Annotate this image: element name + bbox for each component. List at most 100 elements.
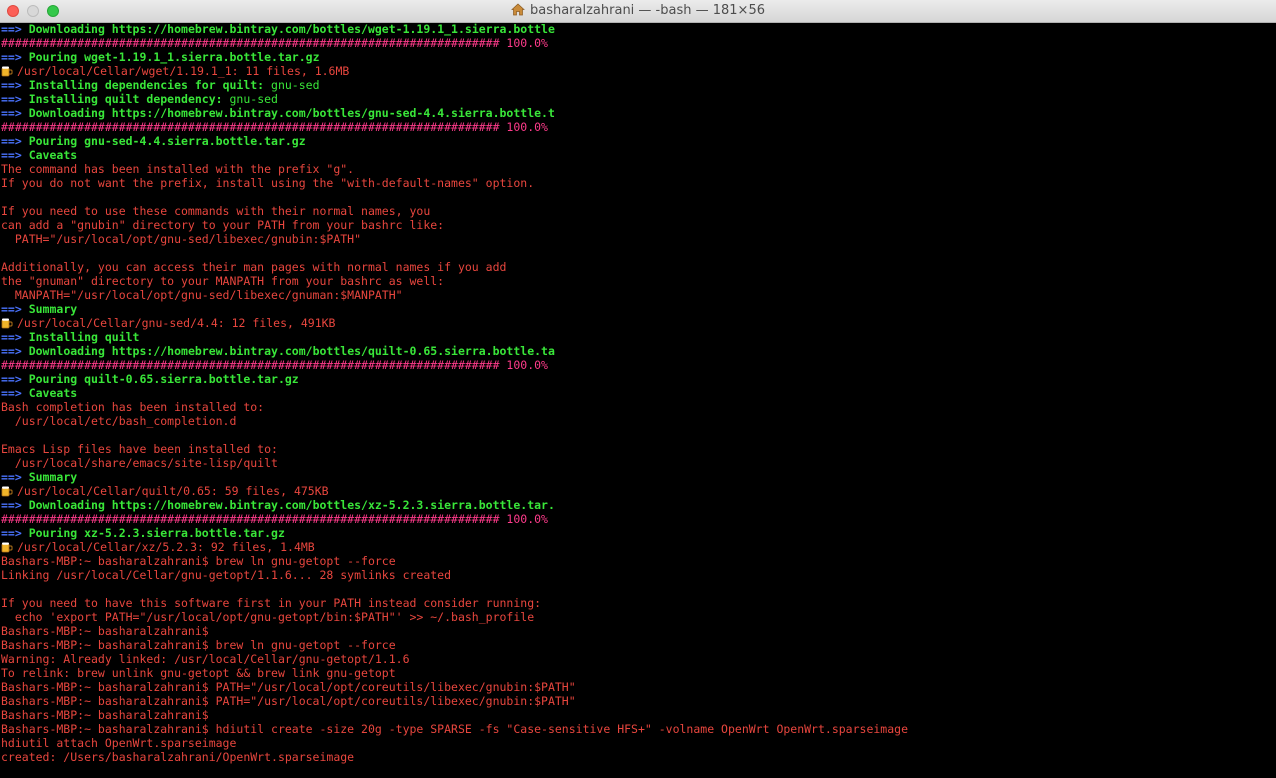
line-text: /usr/local/etc/bash_completion.d [1, 414, 237, 428]
line-text: Downloading https://homebrew.bintray.com… [28, 22, 555, 36]
terminal-line: Bashars-MBP:~ basharalzahrani$ [1, 708, 1276, 722]
terminal-line: ==> Downloading https://homebrew.bintray… [1, 106, 1276, 120]
line-text: the "gnuman" directory to your MANPATH f… [1, 274, 445, 288]
terminal-line: ==> Installing dependencies for quilt: g… [1, 78, 1276, 92]
terminal-line: Bash completion has been installed to: [1, 400, 1276, 414]
beer-mug-icon [1, 66, 13, 77]
progress-bar-text: ########################################… [1, 120, 548, 134]
line-text: Pouring quilt-0.65.sierra.bottle.tar.gz [28, 372, 299, 386]
line-text: The command has been installed with the … [1, 162, 355, 176]
terminal-window: basharalzahrani — -bash — 181×56 ==> Dow… [0, 0, 1276, 778]
line-text: Installing dependencies for quilt: [28, 78, 265, 92]
terminal-line: Bashars-MBP:~ basharalzahrani$ PATH="/us… [1, 680, 1276, 694]
terminal-line: If you do not want the prefix, install u… [1, 176, 1276, 190]
arrow-marker: ==> [1, 344, 29, 358]
terminal-line: /usr/local/Cellar/gnu-sed/4.4: 12 files,… [1, 316, 1276, 330]
terminal-line: ==> Caveats [1, 386, 1276, 400]
line-text: Summary [28, 470, 78, 484]
line-text: /usr/local/share/emacs/site-lisp/quilt [1, 456, 278, 470]
line-text: To relink: brew unlink gnu-getopt && bre… [1, 666, 396, 680]
line-text: Installing quilt [28, 330, 140, 344]
progress-bar-text: ########################################… [1, 512, 548, 526]
terminal-line: the "gnuman" directory to your MANPATH f… [1, 274, 1276, 288]
terminal-line: ########################################… [1, 120, 1276, 134]
line-text: Bashars-MBP:~ basharalzahrani$ [1, 708, 209, 722]
line-text: echo 'export PATH="/usr/local/opt/gnu-ge… [1, 610, 535, 624]
terminal-line: /usr/local/Cellar/wget/1.19.1_1: 11 file… [1, 64, 1276, 78]
terminal-line: ########################################… [1, 36, 1276, 50]
line-text: Bashars-MBP:~ basharalzahrani$ [1, 624, 209, 638]
arrow-marker: ==> [1, 330, 29, 344]
terminal-output[interactable]: ==> Downloading https://homebrew.bintray… [1, 22, 1276, 778]
terminal-line: ########################################… [1, 512, 1276, 526]
line-text: Emacs Lisp files have been installed to: [1, 442, 278, 456]
line-text: Bashars-MBP:~ basharalzahrani$ PATH="/us… [1, 694, 576, 708]
terminal-line: ==> Pouring gnu-sed-4.4.sierra.bottle.ta… [1, 134, 1276, 148]
terminal-line: ==> Downloading https://homebrew.bintray… [1, 498, 1276, 512]
terminal-line: ==> Downloading https://homebrew.bintray… [1, 344, 1276, 358]
arrow-marker: ==> [1, 386, 29, 400]
terminal-line: Bashars-MBP:~ basharalzahrani$ [1, 624, 1276, 638]
terminal-line: ==> Summary [1, 470, 1276, 484]
line-text: Installing quilt dependency: [28, 92, 223, 106]
terminal-line: ==> Caveats [1, 148, 1276, 162]
arrow-marker: ==> [1, 78, 29, 92]
terminal-line: ==> Pouring quilt-0.65.sierra.bottle.tar… [1, 372, 1276, 386]
line-text: Downloading https://homebrew.bintray.com… [28, 106, 555, 120]
line-text: hdiutil attach OpenWrt.sparseimage [1, 736, 237, 750]
terminal-line: ########################################… [1, 358, 1276, 372]
arrow-marker: ==> [1, 148, 29, 162]
line-text: Caveats [28, 386, 78, 400]
line-text: Downloading https://homebrew.bintray.com… [28, 498, 555, 512]
terminal-line: ==> Installing quilt [1, 330, 1276, 344]
line-text: /usr/local/Cellar/gnu-sed/4.4: 12 files,… [17, 316, 336, 330]
line-text: Pouring gnu-sed-4.4.sierra.bottle.tar.gz [28, 134, 306, 148]
arrow-marker: ==> [1, 526, 29, 540]
terminal-line: ==> Pouring xz-5.2.3.sierra.bottle.tar.g… [1, 526, 1276, 540]
line-text: Bashars-MBP:~ basharalzahrani$ hdiutil c… [1, 722, 908, 736]
terminal-line: Warning: Already linked: /usr/local/Cell… [1, 652, 1276, 666]
terminal-line: Bashars-MBP:~ basharalzahrani$ brew ln g… [1, 554, 1276, 568]
terminal-line: ==> Summary [1, 302, 1276, 316]
line-text: can add a "gnubin" directory to your PAT… [1, 218, 445, 232]
line-text: Pouring wget-1.19.1_1.sierra.bottle.tar.… [28, 50, 320, 64]
terminal-line: /usr/local/etc/bash_completion.d [1, 414, 1276, 428]
line-text: /usr/local/Cellar/xz/5.2.3: 92 files, 1.… [17, 540, 315, 554]
line-text: Bashars-MBP:~ basharalzahrani$ PATH="/us… [1, 680, 576, 694]
terminal-line: /usr/local/Cellar/quilt/0.65: 59 files, … [1, 484, 1276, 498]
arrow-marker: ==> [1, 134, 29, 148]
beer-mug-icon [1, 542, 13, 553]
terminal-line: The command has been installed with the … [1, 162, 1276, 176]
home-icon [511, 3, 525, 16]
line-text: Additionally, you can access their man p… [1, 260, 507, 274]
arrow-marker: ==> [1, 470, 29, 484]
terminal-line: ==> Pouring wget-1.19.1_1.sierra.bottle.… [1, 50, 1276, 64]
window-title-area: basharalzahrani — -bash — 181×56 [0, 3, 1276, 19]
arrow-marker: ==> [1, 92, 29, 106]
window-title: basharalzahrani — -bash — 181×56 [529, 3, 765, 18]
line-text: created: /Users/basharalzahrani/OpenWrt.… [1, 750, 355, 764]
beer-mug-icon [1, 486, 13, 497]
title-bar[interactable]: basharalzahrani — -bash — 181×56 [0, 0, 1276, 23]
line-text: Bashars-MBP:~ basharalzahrani$ brew ln g… [1, 638, 396, 652]
line-text: Summary [28, 302, 78, 316]
line-text-rest: gnu-sed [264, 78, 320, 92]
terminal-line: /usr/local/share/emacs/site-lisp/quilt [1, 456, 1276, 470]
line-text: Caveats [28, 148, 78, 162]
arrow-marker: ==> [1, 372, 29, 386]
terminal-line: hdiutil attach OpenWrt.sparseimage [1, 736, 1276, 750]
arrow-marker: ==> [1, 106, 29, 120]
terminal-line: ==> Downloading https://homebrew.bintray… [1, 22, 1276, 36]
arrow-marker: ==> [1, 498, 29, 512]
line-text: Linking /usr/local/Cellar/gnu-getopt/1.1… [1, 568, 452, 582]
arrow-marker: ==> [1, 22, 29, 36]
terminal-line: Bashars-MBP:~ basharalzahrani$ hdiutil c… [1, 722, 1276, 736]
line-text: Downloading https://homebrew.bintray.com… [28, 344, 555, 358]
line-text: Bashars-MBP:~ basharalzahrani$ brew ln g… [1, 554, 396, 568]
line-text: If you need to use these commands with t… [1, 204, 431, 218]
arrow-marker: ==> [1, 50, 29, 64]
